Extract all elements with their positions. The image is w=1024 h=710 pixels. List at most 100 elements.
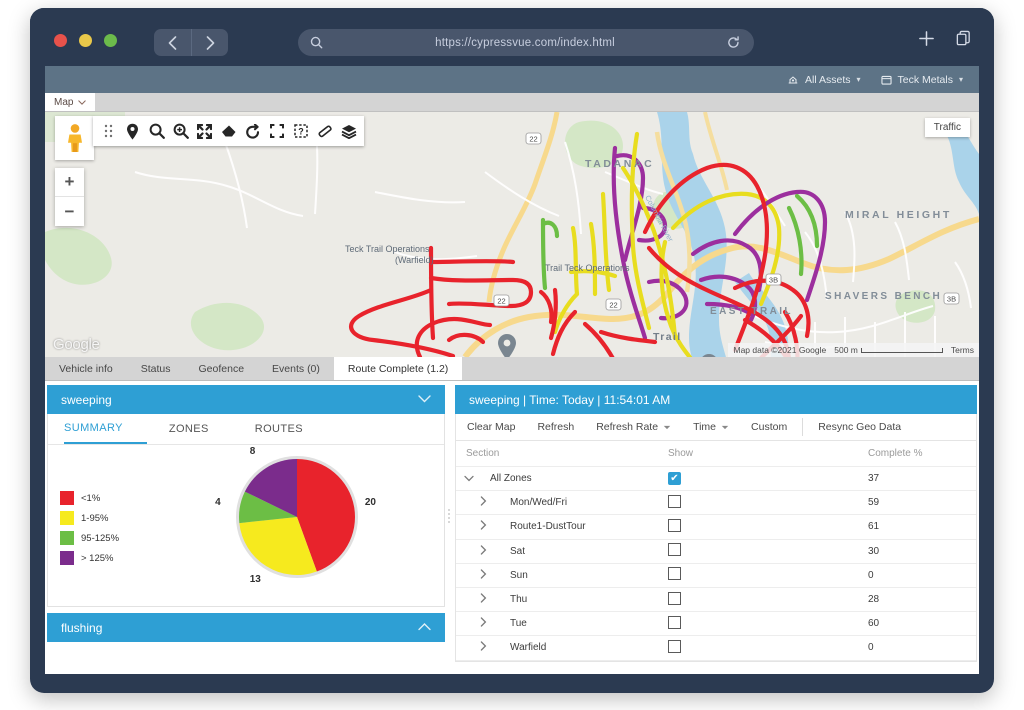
custom-label: Custom xyxy=(751,421,787,433)
drag-handle-icon[interactable] xyxy=(98,119,119,143)
table-row[interactable]: Sun0 xyxy=(456,564,976,588)
row-complete-percent: 60 xyxy=(868,618,976,629)
chevron-right-icon[interactable] xyxy=(470,545,496,558)
company-selector[interactable]: Teck Metals ▾ xyxy=(881,74,963,86)
row-show-checkbox[interactable] xyxy=(668,640,681,653)
table-row[interactable]: Warfield0 xyxy=(456,636,976,660)
address-bar[interactable]: https://cypressvue.com/index.html xyxy=(298,29,754,56)
map-data-credit: Map data ©2021 Google xyxy=(733,345,826,355)
row-show-checkbox[interactable] xyxy=(668,616,681,629)
row-complete-percent: 59 xyxy=(868,497,976,508)
chevron-right-icon[interactable] xyxy=(470,641,496,654)
tab-status[interactable]: Status xyxy=(127,357,185,380)
panel-splitter-handle[interactable] xyxy=(445,385,455,646)
legend-color-swatch xyxy=(60,491,74,505)
zones-table-panel: sweeping | Time: Today | 11:54:01 AM Cle… xyxy=(455,385,977,646)
address-bar-url: https://cypressvue.com/index.html xyxy=(323,37,727,49)
map-tab-strip: Map xyxy=(45,93,979,112)
table-row[interactable]: Thu28 xyxy=(456,588,976,612)
subtab-summary[interactable]: SUMMARY xyxy=(64,414,147,444)
layers-icon[interactable] xyxy=(338,119,359,143)
tab-events[interactable]: Events (0) xyxy=(258,357,334,380)
ruler-measure-icon[interactable] xyxy=(314,119,335,143)
toolbar-divider xyxy=(802,418,803,436)
row-section-label: Route1-DustTour xyxy=(510,521,586,532)
refresh-rate-dropdown[interactable]: Refresh Rate xyxy=(585,414,682,440)
maximize-window-button[interactable] xyxy=(104,34,117,47)
map-tab-label: Map xyxy=(54,97,73,108)
pegman-street-view-button[interactable] xyxy=(55,116,94,160)
fullscreen-select-icon[interactable] xyxy=(266,119,287,143)
chevron-up-icon[interactable] xyxy=(418,622,431,634)
zoom-in-search-icon[interactable] xyxy=(170,119,191,143)
legend-item: <1% xyxy=(60,491,119,505)
row-show-checkbox[interactable]: ✔ xyxy=(668,472,681,485)
app-top-bar: All Assets ▾ Teck Metals ▾ xyxy=(45,66,979,93)
chevron-right-icon xyxy=(206,36,215,50)
subtab-routes[interactable]: ROUTES xyxy=(255,414,327,444)
chevron-right-icon[interactable] xyxy=(470,569,496,582)
legend-label: 1-95% xyxy=(81,513,108,524)
chevron-right-icon[interactable] xyxy=(470,593,496,606)
chevron-right-icon[interactable] xyxy=(470,496,496,509)
table-row[interactable]: Sat30 xyxy=(456,540,976,564)
copy-tabs-icon[interactable] xyxy=(955,30,972,52)
row-section-label: Warfield xyxy=(510,642,546,653)
time-dropdown[interactable]: Time xyxy=(682,414,740,440)
sweeping-panel-header[interactable]: sweeping xyxy=(47,385,445,414)
row-section-label: Mon/Wed/Fri xyxy=(510,497,567,508)
move-expand-icon[interactable] xyxy=(194,119,215,143)
minimize-window-button[interactable] xyxy=(79,34,92,47)
legend-label: 95-125% xyxy=(81,533,119,544)
flushing-panel-header[interactable]: flushing xyxy=(47,613,445,642)
google-logo: Google xyxy=(53,336,100,353)
tab-vehicle-info[interactable]: Vehicle info xyxy=(45,357,127,380)
chevron-down-icon[interactable] xyxy=(456,473,482,485)
terms-link[interactable]: Terms xyxy=(951,345,974,355)
row-show-checkbox[interactable] xyxy=(668,592,681,605)
table-row[interactable]: Route1-DustTour61 xyxy=(456,515,976,539)
clear-map-button[interactable]: Clear Map xyxy=(456,414,526,440)
back-button[interactable] xyxy=(154,29,191,56)
map-marker-icon[interactable] xyxy=(122,119,143,143)
row-show-checkbox[interactable] xyxy=(668,519,681,532)
table-row[interactable]: Mon/Wed/Fri 59 xyxy=(456,491,976,515)
resync-geo-data-button[interactable]: Resync Geo Data xyxy=(807,414,912,440)
zoom-out-search-icon[interactable] xyxy=(146,119,167,143)
chevron-down-icon: ▾ xyxy=(857,75,861,84)
close-window-button[interactable] xyxy=(54,34,67,47)
zoom-in-button[interactable]: + xyxy=(55,168,84,197)
forward-button[interactable] xyxy=(191,29,228,56)
content-split: sweeping SUMMARY ZONES ROUTES <1% 1-95% 95… xyxy=(45,381,979,646)
row-show-checkbox[interactable] xyxy=(668,567,681,580)
chevron-right-icon[interactable] xyxy=(470,520,496,533)
polygon-draw-icon[interactable] xyxy=(218,119,239,143)
table-row[interactable]: All Zones✔37 xyxy=(456,467,976,491)
map-canvas[interactable]: TADANAC MIRAL HEIGHT SHAVERS BENCH EAST … xyxy=(45,112,979,357)
row-section-label: Sat xyxy=(510,546,525,557)
traffic-toggle-button[interactable]: Traffic xyxy=(925,118,970,137)
pie-chart-legend: <1%1-95%95-125%> 125% xyxy=(60,491,119,565)
table-header-row: Section Show Complete % xyxy=(456,441,976,467)
reload-button[interactable] xyxy=(727,36,740,49)
row-show-checkbox[interactable] xyxy=(668,495,681,508)
undo-rotate-icon[interactable] xyxy=(242,119,263,143)
all-assets-selector[interactable]: All Assets ▾ xyxy=(787,74,861,86)
resync-label: Resync Geo Data xyxy=(818,421,901,433)
tab-geofence[interactable]: Geofence xyxy=(185,357,259,380)
new-tab-button[interactable] xyxy=(918,30,935,52)
refresh-button[interactable]: Refresh xyxy=(526,414,585,440)
map-tab[interactable]: Map xyxy=(45,93,95,111)
chevron-down-icon xyxy=(78,100,86,105)
subtab-zones[interactable]: ZONES xyxy=(169,414,233,444)
chevron-down-icon[interactable] xyxy=(418,394,431,406)
custom-button[interactable]: Custom xyxy=(740,414,798,440)
row-show-checkbox[interactable] xyxy=(668,543,681,556)
table-row[interactable]: Tue 60 xyxy=(456,612,976,636)
row-section-label: Tue xyxy=(510,618,527,629)
legend-color-swatch xyxy=(60,511,74,525)
select-help-icon[interactable]: ? xyxy=(290,119,311,143)
zoom-out-button[interactable]: − xyxy=(55,197,84,226)
tab-route-complete[interactable]: Route Complete (1.2) xyxy=(334,357,462,380)
chevron-right-icon[interactable] xyxy=(470,617,496,630)
